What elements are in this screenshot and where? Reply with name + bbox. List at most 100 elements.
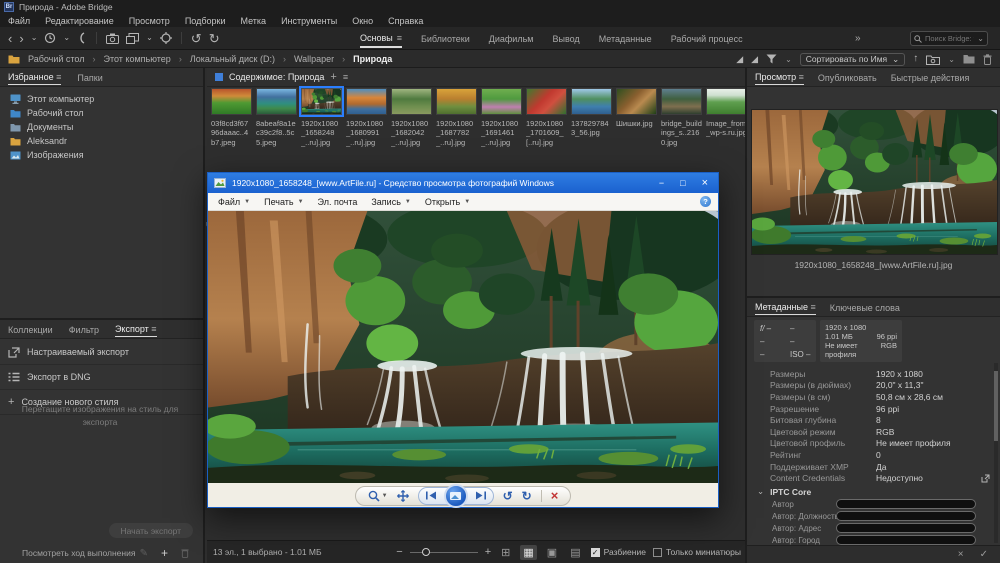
crumb-desktop[interactable]: Рабочий стол (28, 54, 85, 64)
iptc-author-city-field[interactable] (836, 535, 976, 545)
export-dng-item[interactable]: Экспорт в DNG (0, 365, 203, 390)
rotate-ccw-button[interactable]: ↺ (191, 32, 202, 45)
recent-dropdown-icon[interactable]: ⌄ (63, 34, 70, 42)
file-item-selected[interactable]: 1920x1080_1658248_..ru].jpg (301, 88, 342, 147)
panel-menu-icon[interactable]: ≡ (151, 324, 156, 334)
view-progress-link[interactable]: Посмотреть ход выполнения (22, 548, 135, 558)
start-export-button[interactable]: Начать экспорт (109, 523, 194, 538)
viewer-menu-email[interactable]: Эл. почта (318, 197, 358, 207)
scrollbar-thumb[interactable] (994, 371, 998, 441)
sort-direction-button[interactable]: ↑ (913, 54, 918, 64)
custom-export-item[interactable]: Настраиваемый экспорт (0, 340, 203, 365)
next-button[interactable] (475, 491, 487, 500)
tab-metadata[interactable]: Метаданные (599, 30, 652, 47)
view-grid-lock-button[interactable]: ⊞ (498, 545, 513, 560)
favorite-desktop[interactable]: Рабочий стол (10, 106, 203, 120)
delete-preset-icon[interactable] (181, 548, 189, 558)
rotate-left-button[interactable]: ↺ (503, 490, 513, 502)
menu-tools[interactable]: Инструменты (281, 16, 337, 26)
favorite-this-pc[interactable]: Этот компьютер (10, 92, 203, 106)
cancel-metadata-button[interactable]: × (958, 549, 964, 560)
viewer-maximize-button[interactable]: □ (680, 179, 685, 188)
iptc-author-title-field[interactable] (836, 511, 976, 521)
import-camera-icon[interactable] (106, 33, 119, 44)
file-item[interactable]: 1920x1080_1682042_..ru].jpg (391, 88, 432, 147)
viewer-minimize-button[interactable]: − (659, 179, 664, 188)
import-photos-icon[interactable] (926, 54, 940, 65)
tab-workflow[interactable]: Рабочий процесс (671, 30, 743, 47)
viewer-menu-print[interactable]: Печать▼ (264, 197, 303, 207)
forward-button[interactable]: › (19, 32, 23, 45)
file-item[interactable]: 1920x1080_1701609_[..ru].jpg (526, 88, 567, 147)
metadata-scrollbar[interactable] (994, 363, 998, 543)
tab-output[interactable]: Вывод (552, 30, 579, 47)
tab-libraries[interactable]: Библиотеки (421, 30, 470, 47)
slider-knob[interactable] (422, 548, 430, 556)
tab-publish[interactable]: Опубликовать (818, 70, 877, 85)
add-preset-icon[interactable]: + (161, 546, 168, 560)
panel-menu-icon[interactable]: ≡ (56, 72, 61, 82)
actual-size-icon[interactable] (397, 490, 409, 502)
file-item[interactable]: 03f8cd3f6796daaac..4b7.jpeg (211, 88, 252, 147)
rotate-right-button[interactable]: ↻ (522, 490, 532, 502)
file-item[interactable]: 1378297843_56.jpg (571, 88, 612, 147)
favorite-aleksandr[interactable]: Aleksandr (10, 134, 203, 148)
tab-favorites[interactable]: Избранное ≡ (8, 69, 61, 85)
file-item[interactable]: 1920x1080_1691461_..ru].jpg (481, 88, 522, 147)
previous-button[interactable] (425, 491, 437, 500)
file-item[interactable]: 1920x1080_1687782_..ru].jpg (436, 88, 477, 147)
rating-filter2-icon[interactable]: ◢ (751, 54, 758, 65)
file-item[interactable]: 1920x1080_1680991_..ru].jpg (346, 88, 387, 147)
iptc-author-field[interactable] (836, 499, 976, 509)
menu-edit[interactable]: Редактирование (45, 16, 114, 26)
import-dropdown-icon[interactable]: ⌄ (948, 55, 955, 64)
workspace-menu-icon[interactable]: ≡ (397, 33, 402, 43)
tab-filmstrip[interactable]: Диафильм (489, 30, 534, 47)
add-content-icon[interactable]: + (330, 71, 336, 83)
viewer-help-button[interactable]: ? (700, 196, 711, 207)
viewer-menu-file[interactable]: Файл▼ (218, 197, 250, 207)
zoom-out-icon[interactable]: − (396, 546, 402, 558)
tab-folders[interactable]: Папки (77, 70, 102, 85)
viewer-titlebar[interactable]: 1920x1080_1658248_[www.ArtFile.ru] - Сре… (208, 173, 718, 193)
filter-funnel-icon[interactable] (766, 54, 777, 64)
viewer-menu-burn[interactable]: Запись▼ (371, 197, 410, 207)
apply-metadata-button[interactable]: ✓ (980, 549, 988, 560)
tab-filter[interactable]: Фильтр (69, 322, 99, 337)
photo-viewer-window[interactable]: 1920x1080_1658248_[www.ArtFile.ru] - Сре… (207, 172, 719, 508)
tab-metadata-panel[interactable]: Метаданные ≡ (755, 299, 816, 315)
view-list-button[interactable]: ▤ (567, 545, 583, 560)
back-button[interactable]: ‹ (8, 32, 12, 45)
favorite-documents[interactable]: Документы (10, 120, 203, 134)
file-item[interactable]: Шишки.jpg (616, 88, 657, 147)
crumb-priroda[interactable]: Природа (353, 54, 392, 64)
breakout-checkbox[interactable]: ✓ (591, 548, 600, 557)
menu-help[interactable]: Справка (388, 16, 423, 26)
crumb-this-pc[interactable]: Этот компьютер (104, 54, 171, 64)
panel-menu-icon[interactable]: ≡ (811, 302, 816, 312)
delete-photo-button[interactable]: × (551, 489, 559, 502)
nav-dropdown-icon[interactable]: ⌄ (31, 34, 38, 42)
stack-icon[interactable] (126, 33, 139, 44)
stack-dropdown-icon[interactable]: ⌄ (146, 34, 153, 42)
file-item[interactable]: 8abeaf8a1ec39c2f8..5c5.jpeg (256, 88, 297, 147)
viewer-zoom-button[interactable]: ▼ (368, 490, 388, 502)
thumbnails-only-checkbox[interactable] (653, 548, 662, 557)
menu-stacks[interactable]: Подборки (185, 16, 226, 26)
search-input[interactable] (925, 34, 974, 43)
tab-essentials[interactable]: Основы≡ (360, 29, 402, 48)
search-box[interactable]: ⌄ (910, 31, 988, 46)
menu-window[interactable]: Окно (352, 16, 373, 26)
boomerang-icon[interactable] (77, 32, 87, 44)
recent-files-icon[interactable] (44, 32, 56, 44)
favorite-pictures[interactable]: Изображения (10, 148, 203, 162)
filter-dropdown-icon[interactable]: ⌄ (785, 55, 792, 64)
external-link-icon[interactable] (981, 474, 990, 483)
search-dropdown-icon[interactable]: ⌄ (977, 34, 984, 43)
tab-export[interactable]: Экспорт ≡ (115, 321, 157, 337)
tab-preview[interactable]: Просмотр ≡ (755, 69, 804, 85)
thumbnails-only-toggle[interactable]: Только миниатюры (653, 547, 741, 557)
edit-preset-icon[interactable]: ✎ (140, 548, 148, 559)
view-thumbnails-button[interactable]: ▦ (520, 545, 536, 560)
file-item[interactable]: bridge_buildings_s..2160.jpg (661, 88, 702, 147)
